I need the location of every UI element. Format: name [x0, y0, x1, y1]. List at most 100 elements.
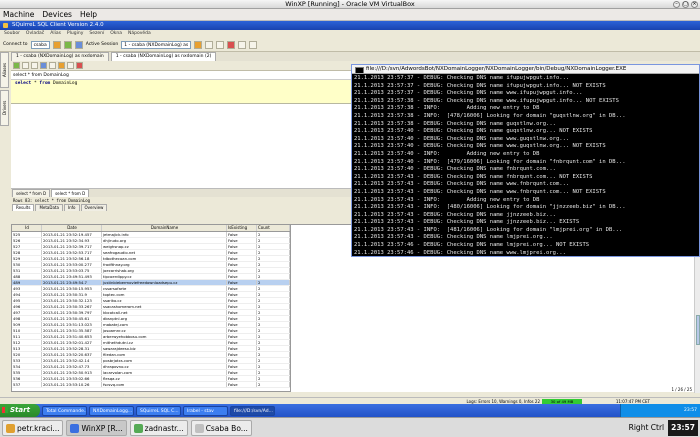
result-tab-1[interactable]: select * from D	[12, 189, 51, 197]
table-cell: mabatej.com	[102, 322, 227, 327]
table-cell: 2013-01-21 23:53:00.277	[42, 262, 102, 267]
taskbar-item-irabel[interactable]: Irabel - stav	[183, 405, 228, 416]
host-task-csaba[interactable]: Csaba Bo...	[190, 419, 252, 436]
table-cell: arberwyehobbosu.com	[102, 334, 227, 339]
menu-devices[interactable]: Devices	[42, 9, 72, 21]
header-id[interactable]: Id	[12, 225, 42, 231]
menu-help[interactable]: Help	[80, 9, 97, 21]
table-cell: False	[227, 238, 257, 243]
table-cell: 2013-01-21 23:49:54.7	[42, 280, 102, 285]
table-cell: False	[227, 322, 257, 327]
table-cell: josoamnr.cz	[102, 328, 227, 333]
connect-label: Connect to	[3, 42, 28, 47]
host-tray: Right Ctrl 23:57	[629, 420, 698, 436]
active-session-select[interactable]: 1 - csaba (NXDomainLog) as	[121, 40, 192, 49]
sql-tool-3[interactable]	[40, 62, 47, 69]
session-tab-2[interactable]: 1 - csaba (NXDomainLog) as nxdomain (2)	[110, 52, 217, 61]
header-isexisting[interactable]: IsExisting	[227, 225, 257, 231]
table-cell: False	[227, 304, 257, 309]
subtab-overview[interactable]: Overview	[80, 204, 108, 211]
console-line: 21.1.2013 23:57:43 - DEBUG: Checking DNS…	[354, 181, 570, 188]
connect-icon[interactable]	[52, 40, 61, 49]
host-task-petr[interactable]: petr.kraci...	[2, 419, 64, 436]
header-date[interactable]: Date	[42, 225, 102, 231]
table-cell: False	[227, 262, 257, 267]
console-line: 21.1.2013 23:57:43 - INFO: Adding new en…	[354, 196, 540, 203]
subtab-info[interactable]: Info	[63, 204, 80, 211]
table-cell: 513	[12, 346, 42, 351]
tool-icon-3[interactable]	[238, 40, 247, 49]
table-cell: False	[227, 328, 257, 333]
scrollbar-thumb[interactable]	[696, 315, 700, 345]
header-count[interactable]: Count	[257, 225, 290, 231]
table-cell: 2	[257, 286, 290, 291]
table-cell: tipcoerdippy.cz	[102, 274, 227, 279]
execute-icon[interactable]	[13, 62, 20, 69]
console-line: 21.1.2013 23:57:43 - DEBUG: Checking DNS…	[354, 211, 556, 218]
table-cell: 534	[12, 364, 42, 369]
new-session-icon[interactable]	[74, 40, 83, 49]
menu-alias[interactable]: Alias	[50, 30, 61, 38]
session-tab-1[interactable]: 1 - csaba (NXDomainLog) as nxdomain	[11, 52, 109, 61]
vbox-title-text: WinXP [Running] - Oracle VM VirtualBox	[285, 0, 415, 8]
table-cell: 511	[12, 334, 42, 339]
menu-machine[interactable]: Machine	[3, 9, 34, 21]
menu-sezeni[interactable]: Sezení	[89, 30, 104, 38]
console-line: 21.1.2013 23:57:43 - DEBUG: Checking DNS…	[354, 219, 580, 226]
table-cell: 2013-01-21 23:50:39.797	[42, 310, 102, 315]
tab-drivers[interactable]: Drivers	[0, 90, 9, 126]
minimize-icon[interactable]: –	[673, 1, 680, 8]
table-cell: 2	[257, 352, 290, 357]
table-cell: 533	[12, 358, 42, 363]
status-bar: Logs: Errors 10, Warnings 0, Infos 22 30…	[0, 397, 700, 404]
vbox-window-title: WinXP [Running] - Oracle VM VirtualBox –…	[0, 0, 700, 9]
table-row[interactable]: 537 2013-01-21 23:53:10.26 fscsvq.com False…	[12, 382, 290, 388]
table-cell: 2	[257, 358, 290, 363]
stop-icon[interactable]	[227, 40, 236, 49]
grid-body: 525 2013-01-21 23:52:19.457 jetmajick.info…	[12, 232, 290, 388]
menu-ovladac[interactable]: Ovladač	[26, 30, 44, 38]
sql-tool-4[interactable]	[49, 62, 56, 69]
results-grid: Id Date DomainName IsExisting Count 525 2…	[11, 224, 291, 392]
maximize-icon[interactable]: ▢	[682, 1, 689, 8]
result-tab-2[interactable]: select * from D	[51, 189, 90, 197]
table-cell: 2	[257, 328, 290, 333]
table-cell: 493	[12, 286, 42, 291]
sql-tool-7[interactable]	[76, 62, 83, 69]
connect-select[interactable]: csaba	[30, 40, 50, 49]
host-taskbar: petr.kraci... WinXP [R... zadnastr... Cs…	[0, 417, 700, 437]
tool-icon-1[interactable]	[205, 40, 214, 49]
host-task-zadnastr[interactable]: zadnastr...	[129, 419, 188, 436]
tool-icon-2[interactable]	[216, 40, 225, 49]
menu-napoveda[interactable]: Nápověda	[128, 30, 151, 38]
console-line: 21.1.2013 23:57:38 - INFO: [478/16006] L…	[354, 112, 626, 119]
menu-pluginy[interactable]: Pluginy	[67, 30, 83, 38]
refresh-icon[interactable]	[63, 40, 72, 49]
sql-tool-6[interactable]	[67, 62, 74, 69]
menu-soubor[interactable]: Soubor	[4, 30, 20, 38]
taskbar-item-nxdomainlogger[interactable]: NXDomainLogg...	[89, 405, 134, 416]
table-cell: frodfthnay.org	[102, 262, 227, 267]
header-domainname[interactable]: DomainName	[102, 225, 227, 231]
taskbar-item-console[interactable]: file:///D:/svn/Ad...	[230, 405, 275, 416]
close-icon[interactable]: ×	[691, 1, 698, 8]
table-cell: 2	[257, 322, 290, 327]
subtab-results[interactable]: Results	[12, 204, 35, 211]
sql-table: DomainLog	[50, 81, 78, 86]
tab-aliases[interactable]: Aliases	[0, 52, 9, 88]
sql-tool-1[interactable]	[22, 62, 29, 69]
table-cell: 2	[257, 340, 290, 345]
subtab-metadata[interactable]: MetaData	[35, 204, 63, 211]
taskbar-item-total-commander[interactable]: Total Commande...	[42, 405, 87, 416]
sql-tool-5[interactable]	[58, 62, 65, 69]
host-task-winxp[interactable]: WinXP [R...	[66, 419, 127, 436]
table-cell: 489	[12, 280, 42, 285]
tool-icon-4[interactable]	[249, 40, 258, 49]
table-cell: ssariko.cz	[102, 298, 227, 303]
taskbar-item-squirrel[interactable]: SQuirreL SQL C...	[136, 405, 181, 416]
menu-okna[interactable]: Okna	[110, 30, 122, 38]
start-button[interactable]: Start	[0, 404, 40, 417]
table-cell: justinbiebermoviefreedownloadsepu.cz	[102, 280, 227, 285]
run-sql-icon[interactable]	[194, 40, 203, 49]
sql-tool-2[interactable]	[31, 62, 38, 69]
